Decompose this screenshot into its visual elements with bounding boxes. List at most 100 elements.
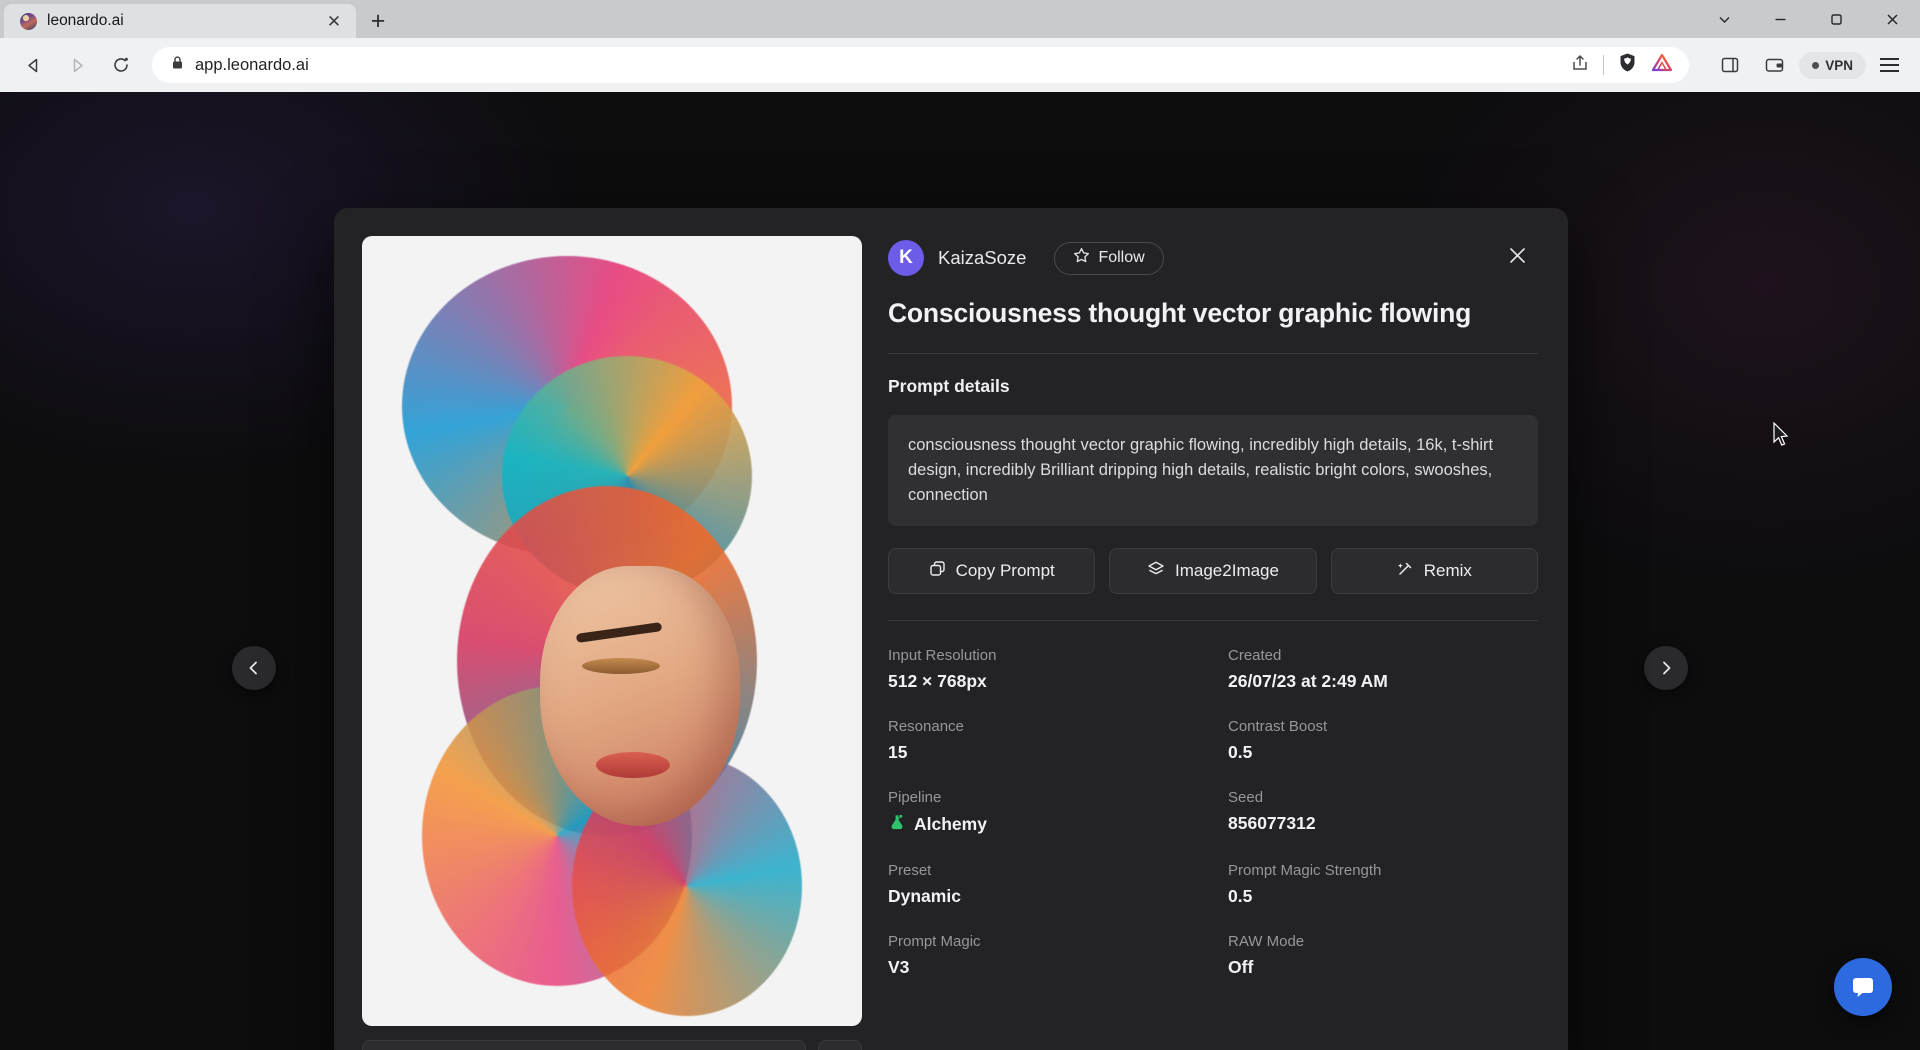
new-tab-button[interactable]: + <box>358 4 398 38</box>
chevron-down-icon[interactable] <box>1696 0 1752 38</box>
forward-icon[interactable] <box>58 46 96 84</box>
sidebar-panel-icon[interactable] <box>1711 46 1749 84</box>
image-detail-modal: K KaizaSoze Follow <box>334 208 1568 1050</box>
metadata-item: Preset Dynamic <box>888 862 1198 907</box>
metadata-item: Resonance 15 <box>888 718 1198 763</box>
leonardo-favicon-icon <box>20 13 37 30</box>
leonardo-extension-icon[interactable] <box>1651 52 1673 78</box>
metadata-value-pipeline: Alchemy <box>888 813 1198 836</box>
vpn-toggle-button[interactable]: VPN <box>1799 52 1866 79</box>
metadata-label: Created <box>1228 647 1538 664</box>
lock-icon <box>170 55 185 75</box>
metadata-value: 0.5 <box>1228 742 1538 763</box>
metadata-label: Preset <box>888 862 1198 879</box>
image-action-primary[interactable] <box>362 1040 806 1050</box>
follow-label: Follow <box>1098 249 1144 267</box>
brave-wallet-icon[interactable] <box>1755 46 1793 84</box>
maximize-button[interactable] <box>1808 0 1864 38</box>
browser-window: leonardo.ai ✕ + <box>0 0 1920 1050</box>
image2image-label: Image2Image <box>1175 561 1279 581</box>
window-controls <box>1696 0 1920 38</box>
star-icon <box>1073 247 1090 269</box>
image-action-secondary[interactable] <box>818 1040 862 1050</box>
close-icon[interactable]: ✕ <box>322 9 346 33</box>
sparkle-icon <box>1397 560 1414 582</box>
metadata-value: 856077312 <box>1228 813 1538 834</box>
divider <box>888 353 1538 354</box>
metadata-label: RAW Mode <box>1228 933 1538 950</box>
prompt-actions: Copy Prompt Image2Image <box>888 548 1538 594</box>
alchemy-flask-icon <box>888 813 906 836</box>
metadata-value: 0.5 <box>1228 886 1538 907</box>
prev-image-button[interactable] <box>232 646 276 690</box>
address-bar[interactable]: app.leonardo.ai <box>152 47 1689 83</box>
metadata-item: Prompt Magic Strength 0.5 <box>1228 862 1538 907</box>
image2image-button[interactable]: Image2Image <box>1109 548 1316 594</box>
prompt-details-heading: Prompt details <box>888 376 1538 397</box>
metadata-label: Prompt Magic Strength <box>1228 862 1538 879</box>
pipeline-value: Alchemy <box>914 814 987 835</box>
url-text: app.leonardo.ai <box>195 56 1560 75</box>
metadata-value: 26/07/23 at 2:49 AM <box>1228 671 1538 692</box>
brave-shields-icon[interactable] <box>1617 52 1638 78</box>
metadata-label: Contrast Boost <box>1228 718 1538 735</box>
page-title: Consciousness thought vector graphic flo… <box>888 298 1538 329</box>
artwork-face <box>540 566 740 826</box>
metadata-item: Created 26/07/23 at 2:49 AM <box>1228 647 1538 692</box>
artwork-face-eye <box>582 658 660 674</box>
tab-strip: leonardo.ai ✕ + <box>0 0 1920 38</box>
reload-icon[interactable] <box>102 46 140 84</box>
metadata-value: 15 <box>888 742 1198 763</box>
author-row: K KaizaSoze Follow <box>888 236 1538 280</box>
image-action-bar <box>362 1040 862 1050</box>
minimize-button[interactable] <box>1752 0 1808 38</box>
metadata-item: Contrast Boost 0.5 <box>1228 718 1538 763</box>
metadata-item: Prompt Magic V3 <box>888 933 1198 978</box>
avatar[interactable]: K <box>888 240 924 276</box>
metadata-label: Input Resolution <box>888 647 1198 664</box>
divider <box>888 620 1538 621</box>
metadata-item: Seed 856077312 <box>1228 789 1538 836</box>
next-image-button[interactable] <box>1644 646 1688 690</box>
author-name[interactable]: KaizaSoze <box>938 247 1026 269</box>
artwork-drips <box>362 876 862 1026</box>
copy-prompt-label: Copy Prompt <box>956 561 1055 581</box>
hamburger-menu-icon[interactable] <box>1872 48 1906 82</box>
navigation-toolbar: app.leonardo.ai <box>0 38 1920 92</box>
metadata-value: Dynamic <box>888 886 1198 907</box>
chat-bubble-icon[interactable] <box>1834 958 1892 1016</box>
metadata-label: Prompt Magic <box>888 933 1198 950</box>
metadata-item: RAW Mode Off <box>1228 933 1538 978</box>
artwork-face-lips <box>596 752 670 778</box>
metadata-item: Input Resolution 512 × 768px <box>888 647 1198 692</box>
close-modal-button[interactable] <box>1500 238 1534 272</box>
modal-right-column: K KaizaSoze Follow <box>888 236 1538 1050</box>
metadata-item: Pipeline Alchemy <box>888 789 1198 836</box>
artwork-face-brow <box>576 622 662 643</box>
modal-left-column <box>362 236 862 1050</box>
share-icon[interactable] <box>1570 53 1590 78</box>
vpn-label: VPN <box>1825 58 1853 73</box>
prompt-text[interactable]: consciousness thought vector graphic flo… <box>888 415 1538 526</box>
metadata-grid: Input Resolution 512 × 768px Created 26/… <box>888 647 1538 978</box>
tab-title: leonardo.ai <box>47 12 312 30</box>
copy-icon <box>929 560 946 582</box>
back-icon[interactable] <box>14 46 52 84</box>
toolbar-divider <box>1603 55 1604 75</box>
window-close-button[interactable] <box>1864 0 1920 38</box>
metadata-label: Seed <box>1228 789 1538 806</box>
metadata-value: V3 <box>888 957 1198 978</box>
remix-label: Remix <box>1424 561 1472 581</box>
copy-prompt-button[interactable]: Copy Prompt <box>888 548 1095 594</box>
browser-tab-leonardo[interactable]: leonardo.ai ✕ <box>4 4 356 38</box>
follow-button[interactable]: Follow <box>1054 242 1163 275</box>
metadata-value: Off <box>1228 957 1538 978</box>
layers-icon <box>1147 560 1165 583</box>
metadata-label: Pipeline <box>888 789 1198 806</box>
metadata-label: Resonance <box>888 718 1198 735</box>
page-content: K KaizaSoze Follow <box>0 92 1920 1050</box>
vpn-status-dot <box>1812 62 1819 69</box>
remix-button[interactable]: Remix <box>1331 548 1538 594</box>
generated-image-preview[interactable] <box>362 236 862 1026</box>
metadata-value: 512 × 768px <box>888 671 1198 692</box>
